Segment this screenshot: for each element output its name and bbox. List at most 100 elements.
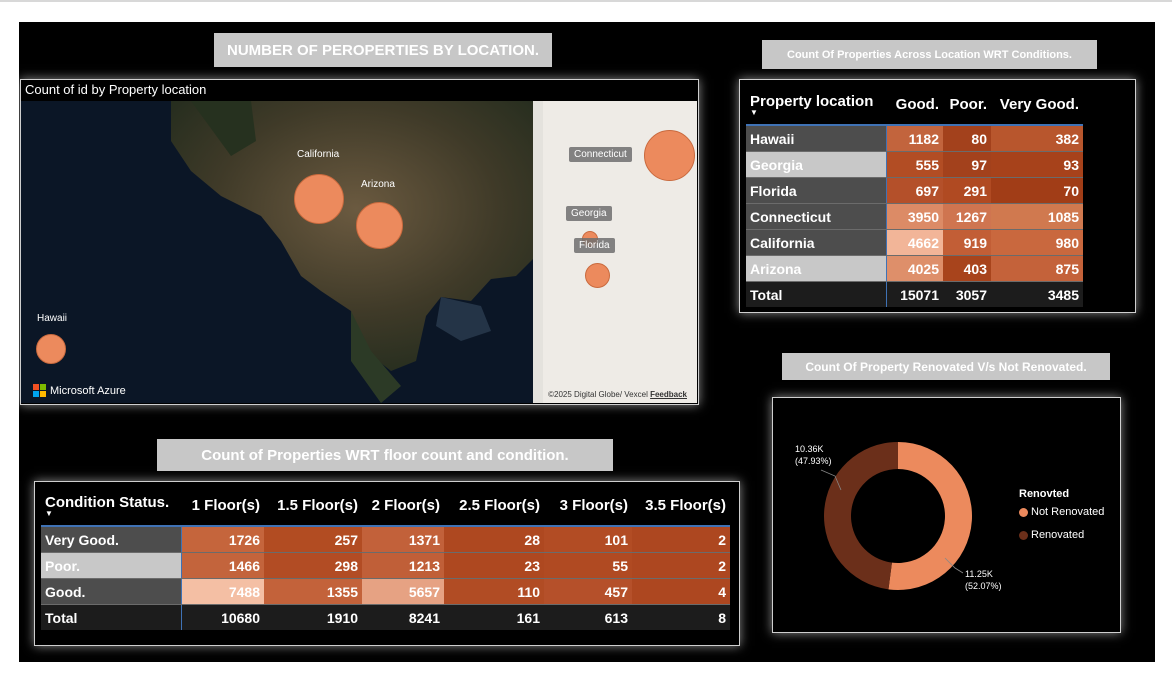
cell-value: 1371 <box>362 526 444 553</box>
cell-very-good: 93 <box>991 151 1083 178</box>
row-label: Florida <box>746 177 887 204</box>
label-not-renovated-value: 11.25K <box>965 569 993 579</box>
table-row[interactable]: California 4662 919 980 <box>746 229 1083 256</box>
label-arizona: Arizona <box>361 179 395 190</box>
conditions-header-location[interactable]: Property location ▼ <box>746 84 887 126</box>
bubble-california[interactable] <box>294 174 344 224</box>
floors-header-3[interactable]: 3 Floor(s) <box>544 485 632 527</box>
top-divider <box>0 0 1172 2</box>
cell-poor: 919 <box>943 229 991 256</box>
label-renovated: 10.36K (47.93%) <box>795 443 832 467</box>
cell-value: 1355 <box>264 578 362 605</box>
cell-poor: 80 <box>943 125 991 152</box>
cell-good: 1182 <box>886 125 943 152</box>
bubble-hawaii[interactable] <box>36 334 66 364</box>
cell-poor: 97 <box>943 151 991 178</box>
row-label: Arizona <box>746 255 887 282</box>
bubble-connecticut[interactable] <box>644 130 695 181</box>
total-value: 1910 <box>264 604 362 630</box>
table-row[interactable]: Hawaii 1182 80 382 <box>746 125 1083 152</box>
renovated-donut-visual[interactable]: 10.36K (47.93%) 11.25K (52.07%) Renovted… <box>772 397 1121 633</box>
total-good: 15071 <box>886 281 943 307</box>
floors-header-2-5[interactable]: 2.5 Floor(s) <box>444 485 544 527</box>
conditions-header-poor[interactable]: Poor. <box>943 84 991 126</box>
map-title: NUMBER OF PEROPERTIES BY LOCATION. <box>214 33 552 67</box>
cell-poor: 291 <box>943 177 991 204</box>
table-row[interactable]: Very Good. 1726 257 1371 28 101 2 <box>41 526 730 553</box>
total-poor: 3057 <box>943 281 991 307</box>
floors-header-row: Condition Status. ▼ 1 Floor(s) 1.5 Floor… <box>41 485 730 527</box>
cell-very-good: 382 <box>991 125 1083 152</box>
label-georgia: Georgia <box>566 206 612 221</box>
cell-value: 1726 <box>181 526 264 553</box>
cell-good: 4025 <box>886 255 943 282</box>
cell-value: 257 <box>264 526 362 553</box>
cell-very-good: 875 <box>991 255 1083 282</box>
table-row[interactable]: Poor. 1466 298 1213 23 55 2 <box>41 552 730 579</box>
floors-table: Condition Status. ▼ 1 Floor(s) 1.5 Floor… <box>41 485 730 630</box>
cell-value: 110 <box>444 578 544 605</box>
row-label: Poor. <box>41 552 182 579</box>
azure-brand: Microsoft Azure <box>33 384 126 397</box>
cell-good: 697 <box>886 177 943 204</box>
total-value: 8241 <box>362 604 444 630</box>
conditions-table-visual[interactable]: Property location ▼ Good. Poor. Very Goo… <box>739 79 1136 313</box>
table-row[interactable]: Georgia 555 97 93 <box>746 151 1083 178</box>
total-value: 161 <box>444 604 544 630</box>
legend-label: Not Renovated <box>1031 506 1105 518</box>
conditions-table: Property location ▼ Good. Poor. Very Goo… <box>746 84 1083 307</box>
table-row[interactable]: Connecticut 3950 1267 1085 <box>746 203 1083 230</box>
bubble-arizona[interactable] <box>356 202 403 249</box>
microsoft-logo-icon <box>33 384 46 397</box>
map-credits: ©2025 Digital Globe/ Vexcel Feedback <box>548 390 687 399</box>
legend-item-renovated[interactable]: Renovated <box>1019 529 1084 541</box>
conditions-header-very-good[interactable]: Very Good. <box>991 84 1083 126</box>
map-feedback-link[interactable]: Feedback <box>650 390 687 399</box>
table-row[interactable]: Arizona 4025 403 875 <box>746 255 1083 282</box>
sort-down-icon[interactable]: ▼ <box>750 108 883 116</box>
cell-value: 2 <box>632 526 730 553</box>
donut-chart[interactable] <box>773 398 973 632</box>
map-canvas[interactable]: California Arizona Hawaii Connecticut Ge… <box>21 101 697 403</box>
cell-value: 5657 <box>362 578 444 605</box>
cell-poor: 1267 <box>943 203 991 230</box>
floors-header-1-5[interactable]: 1.5 Floor(s) <box>264 485 362 527</box>
map-visual[interactable]: Count of id by Property location Califor… <box>20 79 699 405</box>
cell-value: 457 <box>544 578 632 605</box>
cell-good: 3950 <box>886 203 943 230</box>
row-label: Georgia <box>746 151 887 178</box>
cell-poor: 403 <box>943 255 991 282</box>
label-connecticut: Connecticut <box>569 147 632 162</box>
total-value: 10680 <box>181 604 264 630</box>
row-label: Very Good. <box>41 526 182 553</box>
label-renovated-value: 10.36K <box>795 444 824 454</box>
bubble-florida[interactable] <box>585 263 610 288</box>
cell-value: 4 <box>632 578 730 605</box>
conditions-title: Count Of Properties Across Location WRT … <box>762 40 1097 69</box>
slice-renovated[interactable] <box>823 442 898 590</box>
sort-down-icon[interactable]: ▼ <box>45 509 178 517</box>
slice-not-renovated[interactable] <box>888 442 972 590</box>
floors-header-1[interactable]: 1 Floor(s) <box>181 485 264 527</box>
renovated-title: Count Of Property Renovated V/s Not Reno… <box>782 353 1110 380</box>
label-hawaii: Hawaii <box>37 313 68 324</box>
floors-header-3-5[interactable]: 3.5 Floor(s) <box>632 485 730 527</box>
table-row[interactable]: Florida 697 291 70 <box>746 177 1083 204</box>
row-label: California <box>746 229 887 256</box>
total-row: Total 15071 3057 3485 <box>746 281 1083 307</box>
conditions-header-good[interactable]: Good. <box>886 84 943 126</box>
floors-title: Count of Properties WRT floor count and … <box>157 439 613 471</box>
cell-good: 555 <box>886 151 943 178</box>
row-label: Hawaii <box>746 125 887 152</box>
floors-table-visual[interactable]: Condition Status. ▼ 1 Floor(s) 1.5 Floor… <box>34 481 740 646</box>
legend-item-not-renovated[interactable]: Not Renovated <box>1019 506 1104 518</box>
table-row[interactable]: Good. 7488 1355 5657 110 457 4 <box>41 578 730 605</box>
cell-good: 4662 <box>886 229 943 256</box>
legend-dot-icon <box>1019 507 1028 517</box>
cell-value: 2 <box>632 552 730 579</box>
total-value: 613 <box>544 604 632 630</box>
total-very-good: 3485 <box>991 281 1083 307</box>
label-not-renovated-pct: (52.07%) <box>965 581 1002 591</box>
floors-header-condition[interactable]: Condition Status. ▼ <box>41 485 182 527</box>
floors-header-2[interactable]: 2 Floor(s) <box>362 485 444 527</box>
